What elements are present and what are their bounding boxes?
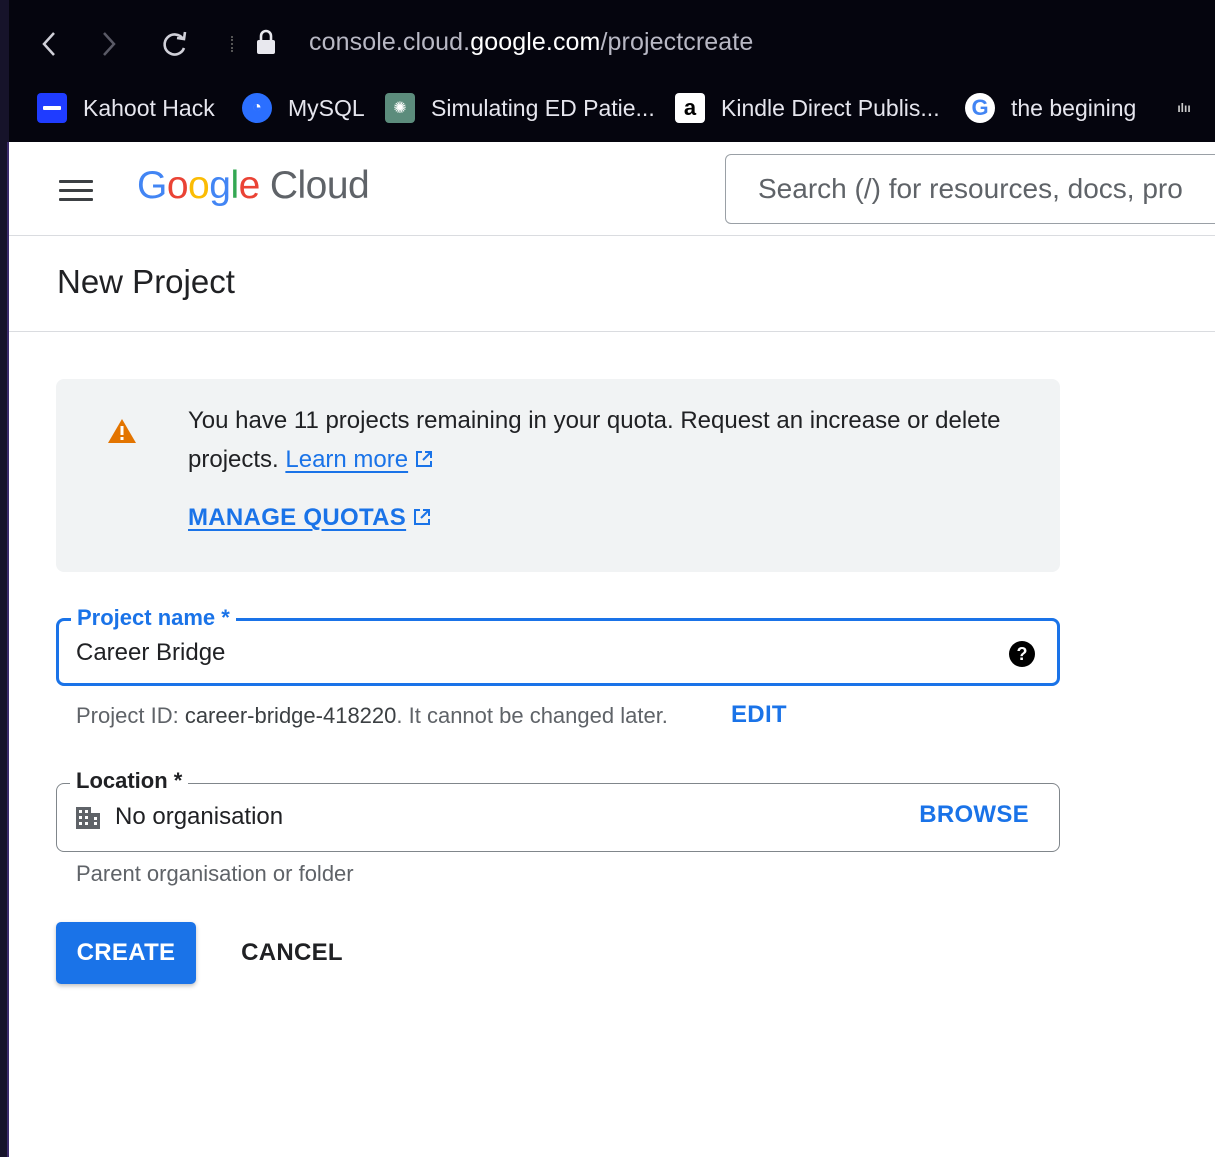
external-link-icon [414,509,431,525]
logo-product: Cloud [269,164,370,207]
chatgpt-icon: ✺ [385,93,415,123]
amazon-icon: a [675,93,705,123]
browser-toolbar: console.cloud.google.com/projectcreate K… [9,0,1215,142]
bookmark-the-begining[interactable]: G the begining [965,88,1136,128]
bookmark-label: MySQL [288,94,365,121]
bookmark-kindle[interactable]: a Kindle Direct Publis... [675,88,940,128]
building-icon [76,807,100,829]
bookmark-cisco[interactable]: ılıı [1169,88,1215,128]
lock-icon[interactable] [255,28,277,61]
location-label: Location * [70,768,189,794]
help-icon[interactable]: ? [1009,641,1035,667]
logo-letter: l [230,164,239,207]
project-id-value: career-bridge-418220 [184,703,397,728]
bookmark-label: Kahoot Hack [83,94,215,121]
reload-button[interactable] [157,26,193,62]
chevron-right-icon [103,32,116,56]
location-value: No organisation [115,803,284,830]
quota-banner: You have 11 projects remaining in your q… [56,379,1060,572]
kahoot-icon [37,93,67,123]
project-name-label: Project name * [71,605,236,631]
quota-message: You have 11 projects remaining in your q… [188,401,1008,479]
cisco-icon: ılıı [1177,101,1191,115]
manage-quotas-label: MANAGE QUOTAS [188,504,407,531]
learn-more-link[interactable]: Learn more [285,446,408,473]
page-title: New Project [57,263,235,300]
url-host: google.com [470,28,601,56]
search-input[interactable]: Search (/) for resources, docs, pro [725,154,1215,224]
forward-button[interactable] [91,26,127,62]
google-icon: G [965,93,995,123]
bookmark-label: Simulating ED Patie... [431,94,655,121]
logo-letter: g [209,164,231,207]
back-button[interactable] [31,26,67,62]
reload-icon [163,31,187,56]
logo-letter: G [137,164,167,207]
location-field[interactable]: Location * No organisation BROWSE [56,768,1060,852]
cloud-header: Google Cloud Search (/) for resources, do… [9,142,1215,236]
project-id-hint: Project ID: career-bridge-418220. It can… [76,703,668,729]
google-cloud-logo[interactable]: Google Cloud [137,164,370,208]
logo-letter: o [166,164,189,207]
cancel-button[interactable]: CANCEL [222,922,362,984]
project-id-prefix: Project ID: [76,703,185,728]
url-host-prefix: console.cloud. [309,28,471,56]
project-id-suffix: . It cannot be changed later. [396,703,668,728]
page-title-bar: New Project [9,236,1215,332]
edit-project-id-button[interactable]: EDIT [731,701,787,729]
address-bar[interactable]: console.cloud.google.com/projectcreate [309,28,753,57]
bookmark-label: Kindle Direct Publis... [721,94,940,121]
bookmarks-bar: Kahoot Hack ◔ MySQL ✺ Simulating ED Pati… [9,88,1215,128]
bookmark-mysql[interactable]: ◔ MySQL [242,88,365,128]
url-path: /projectcreate [600,28,754,56]
search-placeholder: Search (/) for resources, docs, pro [758,173,1183,204]
logo-letter: e [238,164,261,207]
chevron-left-icon [42,32,55,56]
manage-quotas-link[interactable]: MANAGE QUOTAS [188,504,432,532]
project-name-value[interactable]: Career Bridge [76,639,225,667]
bookmark-simulating-ed[interactable]: ✺ Simulating ED Patie... [385,88,655,128]
browse-button[interactable]: BROWSE [919,801,1029,829]
location-hint: Parent organisation or folder [76,861,354,886]
bookmark-label: the begining [1011,94,1137,121]
toolbar-separator [231,36,233,52]
create-button[interactable]: CREATE [56,922,196,984]
mysql-icon: ◔ [242,93,272,123]
external-link-icon [416,451,433,467]
warning-icon [108,419,136,443]
project-name-field[interactable]: Project name * Career Bridge ? [56,605,1060,686]
logo-letter: o [188,164,210,207]
menu-icon[interactable] [59,180,93,202]
bookmark-kahoot-hack[interactable]: Kahoot Hack [37,88,215,128]
